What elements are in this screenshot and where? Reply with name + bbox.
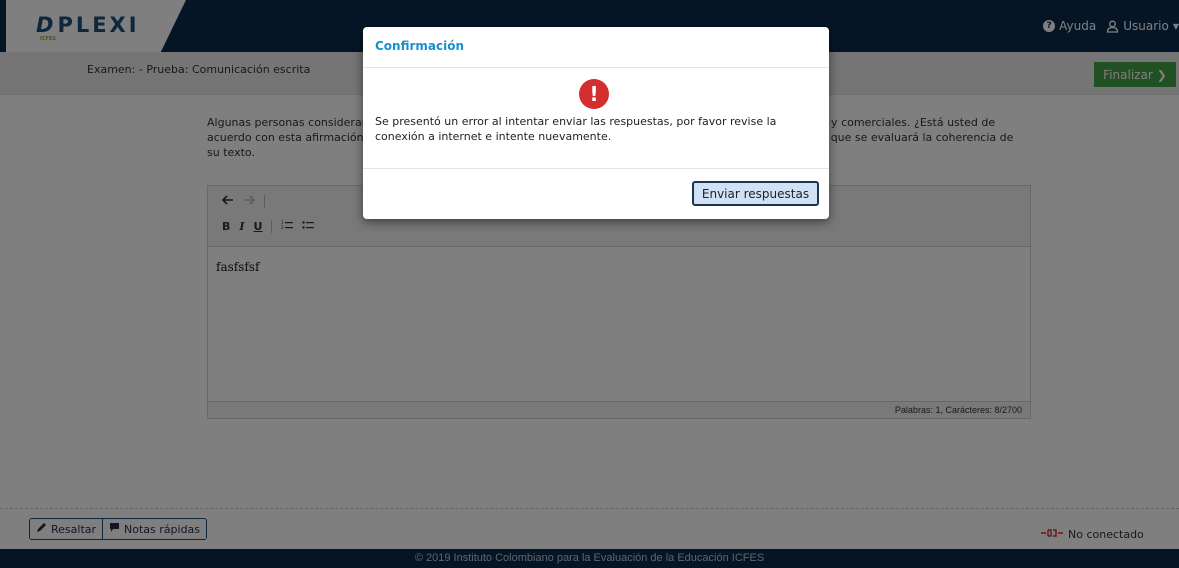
dialog-message: Se presentó un error al intentar enviar … xyxy=(375,115,777,143)
send-answers-button[interactable]: Enviar respuestas xyxy=(692,181,819,206)
confirmation-dialog: Confirmación ! Se presentó un error al i… xyxy=(363,27,829,219)
error-icon: ! xyxy=(579,79,609,109)
dialog-divider xyxy=(363,168,829,169)
dialog-title: Confirmación xyxy=(375,39,465,53)
dialog-divider xyxy=(363,67,829,68)
